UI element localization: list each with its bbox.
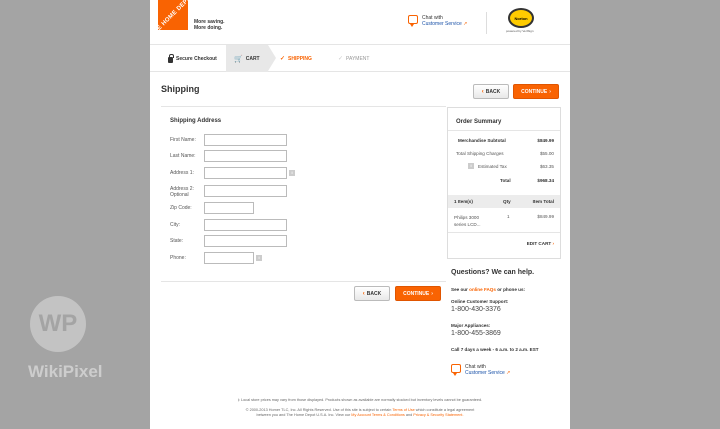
help-title: Questions? We can help.	[451, 269, 535, 276]
online-support-label: Online Customer Support:	[451, 299, 509, 304]
continue-button[interactable]: CONTINUE ›	[513, 84, 559, 99]
checkout-page: THE HOME DEPOT More saving. More doing. …	[150, 0, 570, 429]
header-chat-link[interactable]: Chat with Customer Service ↗	[408, 15, 467, 27]
footer-disclaimer: ‡ Local store prices may vary from those…	[237, 398, 483, 402]
tax-label: Estimated Tax	[478, 164, 507, 169]
external-arrow-icon: ↗	[463, 21, 468, 27]
major-appliances-phone: 1-800-455-3869	[451, 330, 501, 337]
shipping-charges-label: Total Shipping Charges	[456, 151, 504, 156]
account-terms-link[interactable]: My Account Terms & Conditions	[351, 413, 405, 417]
header-divider	[486, 12, 487, 34]
chevron-right-icon: ›	[431, 290, 433, 297]
step-shipping: ✓ SHIPPING	[280, 55, 312, 63]
check-icon: ✓	[338, 56, 344, 62]
checkout-steps: Secure Checkout 🛒 CART ✓ SHIPPING ✓ PAYM…	[150, 45, 570, 72]
back-button[interactable]: ‹ BACK	[473, 84, 509, 99]
footer-copyright: © 2000-2013 Homer TLC, Inc. All Rights R…	[245, 408, 475, 417]
privacy-link[interactable]: Privacy & Security Statement.	[413, 413, 463, 417]
faq-link[interactable]: online FAQs	[469, 287, 496, 292]
watermark: WP WikiPixel	[12, 296, 142, 396]
item-total: $849.99	[537, 214, 554, 219]
order-summary-title: Order Summary	[456, 119, 502, 125]
chat-bubble-icon	[408, 15, 418, 27]
major-appliances-label: Major Appliances:	[451, 323, 491, 328]
back-button-bottom[interactable]: ‹ BACK	[354, 286, 390, 301]
chevron-left-icon: ‹	[362, 290, 365, 297]
form-title: Shipping Address	[170, 118, 222, 124]
phone-field[interactable]	[204, 252, 254, 264]
first-name-label: First Name:	[170, 137, 196, 143]
customer-service-link[interactable]: Customer Service	[422, 21, 462, 27]
city-field[interactable]	[204, 219, 287, 231]
divider	[161, 106, 446, 107]
city-label: City:	[170, 222, 180, 228]
item-total-header: Item Total	[532, 199, 554, 204]
phone-label: Phone:	[170, 255, 186, 261]
address1-field[interactable]	[204, 167, 287, 179]
hours-text: Call 7 days a week - 6 a.m. to 2 a.m. ES…	[451, 347, 539, 352]
watermark-logo: WP	[30, 296, 86, 352]
norton-badge[interactable]: Norton powered by VeriSign	[506, 8, 550, 34]
total-label: Total	[500, 178, 511, 183]
subtotal-value: $849.99	[537, 138, 554, 143]
home-depot-logo[interactable]: THE HOME DEPOT	[150, 0, 196, 38]
chevron-right-icon: ›	[549, 88, 551, 95]
step-secure-checkout: Secure Checkout	[168, 45, 217, 72]
address2-label: Address 2: Optional	[170, 186, 194, 198]
info-icon[interactable]: i	[256, 255, 262, 261]
qty-header: Qty	[503, 199, 511, 204]
online-support-phone: 1-800-430-3376	[451, 306, 501, 313]
chat-bubble-icon	[451, 364, 461, 376]
zip-label: Zip Code:	[170, 205, 192, 211]
help-chat-link[interactable]: Chat with Customer Service ↗	[451, 364, 510, 376]
first-name-field[interactable]	[204, 134, 287, 146]
tax-value: $63.35	[539, 164, 554, 169]
state-label: State:	[170, 238, 184, 244]
check-icon: ✓	[280, 56, 286, 62]
external-arrow-icon: ↗	[506, 370, 511, 376]
item-name[interactable]: Philips 3000 series LCD...	[454, 214, 481, 228]
edit-cart-link[interactable]: EDIT CART ›	[527, 241, 554, 246]
shipping-charges-value: $55.00	[539, 151, 554, 156]
norton-seal-icon: Norton	[508, 8, 534, 28]
items-count-header: 1 Item(s)	[454, 199, 473, 204]
order-summary: Order Summary Merchandise Subtotal $849.…	[447, 107, 561, 259]
address2-field[interactable]	[204, 185, 287, 197]
item-qty: 1	[507, 214, 510, 219]
faq-line: See our online FAQs or phone us:	[451, 287, 526, 292]
last-name-label: Last Name:	[170, 153, 196, 159]
page-title: Shipping	[161, 84, 200, 94]
info-icon[interactable]: i	[289, 170, 295, 176]
info-icon[interactable]: i	[468, 163, 474, 169]
divider	[448, 130, 560, 131]
state-field[interactable]	[204, 235, 287, 247]
last-name-field[interactable]	[204, 150, 287, 162]
chevron-right-icon: ›	[552, 241, 554, 246]
lock-icon	[168, 53, 174, 63]
address1-label: Address 1:	[170, 170, 194, 176]
subtotal-label: Merchandise Subtotal	[458, 138, 506, 143]
terms-link[interactable]: Terms of Use	[392, 408, 414, 412]
cart-icon: 🛒	[234, 55, 243, 63]
tagline: More saving. More doing.	[194, 19, 225, 31]
customer-service-link[interactable]: Customer Service	[465, 370, 505, 376]
step-payment: ✓ PAYMENT	[338, 55, 370, 63]
chevron-left-icon: ‹	[481, 88, 484, 95]
watermark-text: WikiPixel	[28, 362, 103, 381]
step-cart[interactable]: 🛒 CART	[226, 45, 276, 72]
total-value: $968.34	[537, 178, 554, 183]
continue-button-bottom[interactable]: CONTINUE ›	[395, 286, 441, 301]
divider	[448, 232, 560, 233]
zip-field[interactable]	[204, 202, 254, 214]
divider	[161, 281, 446, 282]
